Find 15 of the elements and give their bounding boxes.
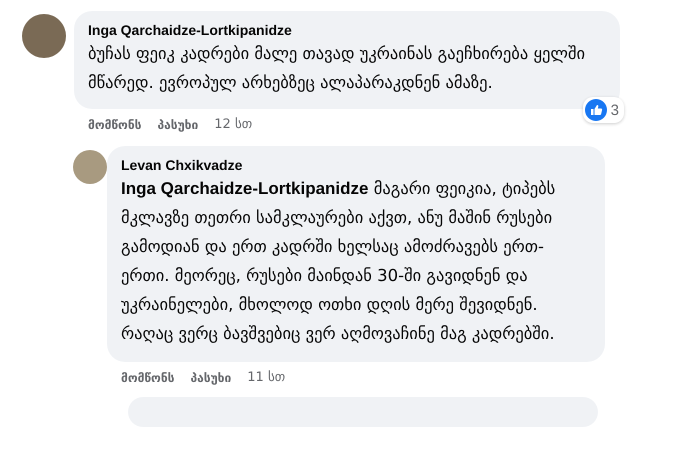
avatar[interactable] xyxy=(22,14,66,58)
reaction-number: 3 xyxy=(610,102,619,118)
comment-action-link[interactable]: პასუხი xyxy=(157,118,198,132)
thumbs-up-icon xyxy=(584,99,607,121)
reaction-count[interactable]: 3 xyxy=(582,97,624,123)
avatar[interactable] xyxy=(73,150,107,184)
comment-action-link[interactable]: პასუხი xyxy=(190,370,232,384)
comment-text: Inga Qarchaidze-Lortkipanidze მაგარი ფეიკია, ტიპებს მკლავზე თეთრი სამკლაურები აქვთ, ანუ მაშინ რუსები გამოდიან და ერთ კადრში ხელსაც ამოძრავებს ერთ-ერთი. მეორეც, რუსები მაინდან 30-ში გავიდნენ და უკრაინელები, მხოლოდ ოთხი დღის მერე შევიდნენ. რაღაც ვერც ბავშვებიც ვერ აღმოვაჩინე მაგ კადრებში. xyxy=(121,178,556,345)
comment-action-link[interactable]: მომწონს xyxy=(121,370,174,384)
comment-text: ბუჩას ფეიკ კადრები მალე თავად უკრაინას გაეჩხირება ყელში მწარედ. ევროპულ არხებზეც ალაპარაკდნენ ამაზე. xyxy=(88,43,586,94)
comment-action-link[interactable]: მომწონს xyxy=(88,118,142,132)
comment-time[interactable]: 11 სთ xyxy=(247,370,286,385)
comment-author[interactable]: Levan Chxikvadze xyxy=(121,156,591,174)
comment-time[interactable]: 12 სთ xyxy=(214,117,252,132)
comment-author[interactable]: Inga Qarchaidze-Lortkipanidze xyxy=(88,21,606,39)
